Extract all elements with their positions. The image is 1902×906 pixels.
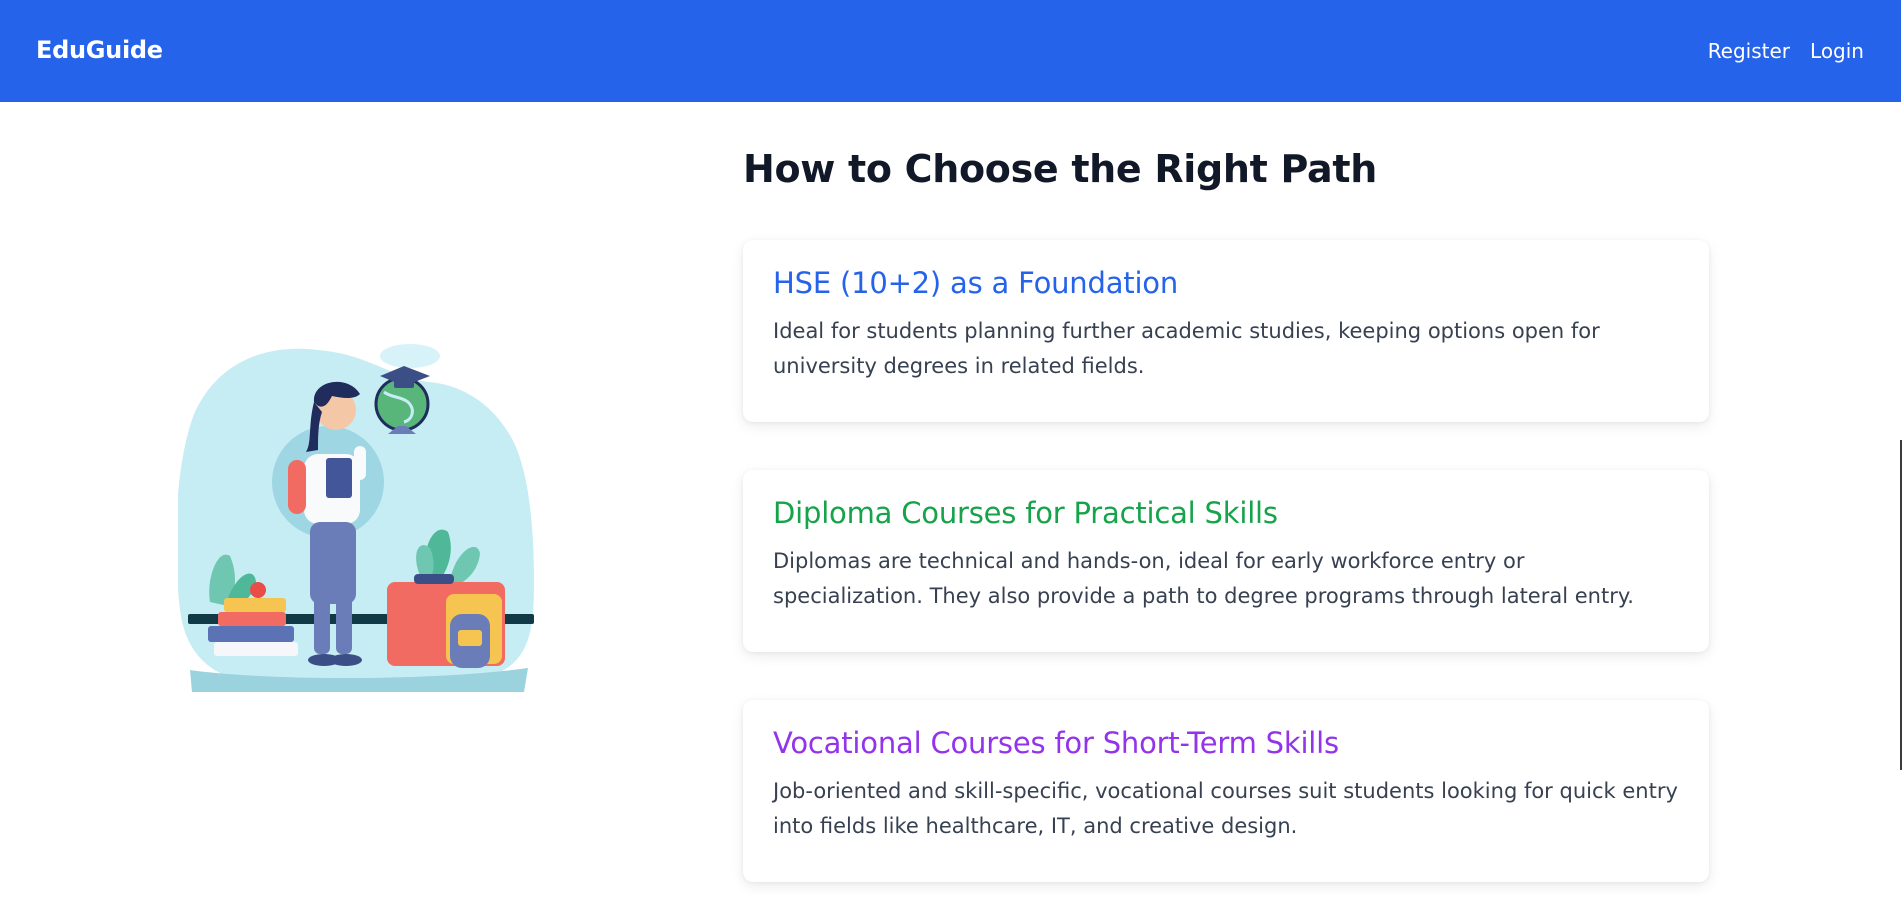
card-hse: HSE (10+2) as a Foundation Ideal for stu… [743, 240, 1709, 422]
page-title: How to Choose the Right Path [743, 147, 1377, 191]
login-link[interactable]: Login [1810, 39, 1864, 63]
card-diploma-title: Diploma Courses for Practical Skills [773, 496, 1278, 530]
brand-logo[interactable]: EduGuide [36, 36, 163, 64]
student-with-globe-icon [176, 344, 534, 692]
card-vocational-title: Vocational Courses for Short-Term Skills [773, 726, 1339, 760]
card-diploma: Diploma Courses for Practical Skills Dip… [743, 470, 1709, 652]
card-hse-title: HSE (10+2) as a Foundation [773, 266, 1179, 300]
card-diploma-description: Diplomas are technical and hands-on, ide… [773, 549, 1634, 608]
register-link[interactable]: Register [1708, 39, 1790, 63]
card-vocational-description: Job-oriented and skill-specific, vocatio… [773, 779, 1678, 838]
nav-links: Register Login [1708, 39, 1864, 63]
card-vocational: Vocational Courses for Short-Term Skills… [743, 700, 1709, 882]
student-illustration [176, 342, 544, 700]
card-hse-description: Ideal for students planning further acad… [773, 319, 1600, 378]
top-navbar: EduGuide Register Login [0, 0, 1901, 102]
